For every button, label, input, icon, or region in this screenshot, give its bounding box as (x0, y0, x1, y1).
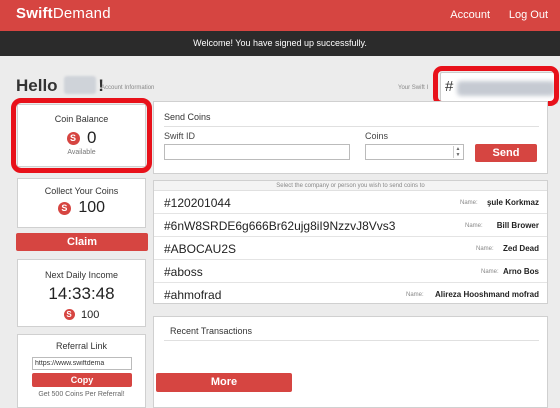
page-greeting: Hello ! (16, 76, 104, 95)
highlight-ring-coin-balance (11, 98, 152, 173)
account-information-link[interactable]: Account Information (101, 85, 154, 91)
recipient-name: Zed Dead (502, 244, 539, 253)
coins-stepper[interactable]: ▲ ▼ (453, 146, 462, 158)
logout-link[interactable]: Log Out (509, 9, 548, 21)
more-button[interactable]: More (156, 373, 292, 392)
app-logo[interactable]: SwiftDemand (16, 5, 111, 22)
recipient-list-header: Select the company or person you wish to… (154, 181, 547, 191)
collect-coins-card: Collect Your Coins S 100 (17, 178, 146, 228)
swift-id-field-label: Swift ID (164, 131, 196, 141)
daily-income-countdown: 14:33:48 (48, 284, 115, 303)
copy-button[interactable]: Copy (32, 373, 132, 387)
send-coins-card: Send Coins Swift ID Coins ▲ ▼ Send (153, 101, 548, 174)
recipient-list: Select the company or person you wish to… (153, 180, 548, 304)
recipient-id: #ABOCAU2S (164, 242, 237, 256)
recipient-id: #aboss (164, 265, 203, 279)
daily-income-card: Next Daily Income 14:33:48 S 100 (17, 259, 146, 327)
list-item[interactable]: #aboss Name: Arno Bos (154, 261, 547, 283)
recent-transactions-title: Recent Transactions (170, 326, 253, 336)
recipient-name-label: Name: (406, 292, 424, 298)
swift-id-label: Your Swift I (398, 85, 429, 91)
referral-title: Referral Link (55, 341, 108, 351)
coin-icon: S (63, 309, 75, 321)
list-item[interactable]: #6nW8SRDE6g666Br62ujg8iI9NzzvJ8Vvs3 Name… (154, 215, 547, 237)
swift-id-input[interactable] (164, 144, 350, 160)
recipient-name-label: Name: (465, 223, 483, 229)
collect-coins-title: Collect Your Coins (44, 186, 119, 196)
divider (164, 340, 539, 341)
redacted-username (64, 76, 97, 94)
coin-icon: S (57, 201, 71, 215)
recipient-name-label: Name: (481, 269, 499, 275)
recent-transactions-card: Recent Transactions (153, 316, 548, 408)
list-item[interactable]: #ahmofrad Name: Alireza Hooshmand mofrad (154, 284, 547, 306)
recipient-id: #6nW8SRDE6g666Br62ujg8iI9NzzvJ8Vvs3 (164, 219, 396, 233)
divider (164, 126, 539, 127)
recipient-name: Arno Bos (503, 267, 539, 276)
send-button[interactable]: Send (475, 144, 537, 162)
daily-income-value: 100 (81, 308, 100, 321)
collect-coins-value: 100 (78, 199, 106, 216)
referral-caption: Get 500 Coins Per Referral! (38, 391, 125, 398)
highlight-ring-swift-id (433, 66, 559, 106)
send-coins-title: Send Coins (164, 112, 211, 122)
referral-link-input[interactable] (32, 357, 132, 370)
account-link[interactable]: Account (450, 9, 490, 21)
claim-button[interactable]: Claim (16, 233, 148, 251)
daily-income-title: Next Daily Income (44, 270, 119, 280)
recipient-id: #120201044 (164, 196, 231, 210)
recipient-name-label: Name: (460, 200, 478, 206)
top-nav-bar: SwiftDemand Account Log Out (0, 0, 560, 31)
flash-message: Welcome! You have signed up successfully… (0, 31, 560, 56)
recipient-name: Bill Brower (496, 221, 539, 230)
coins-input[interactable] (365, 144, 464, 160)
referral-card: Referral Link Copy Get 500 Coins Per Ref… (17, 334, 146, 408)
coins-field-label: Coins (365, 131, 389, 141)
recipient-name: şule Korkmaz (486, 198, 539, 207)
recipient-name: Alireza Hooshmand mofrad (434, 290, 539, 299)
recipient-id: #ahmofrad (164, 288, 222, 302)
list-item[interactable]: #ABOCAU2S Name: Zed Dead (154, 238, 547, 260)
recipient-name-label: Name: (476, 246, 494, 252)
list-item[interactable]: #120201044 Name: şule Korkmaz (154, 192, 547, 214)
